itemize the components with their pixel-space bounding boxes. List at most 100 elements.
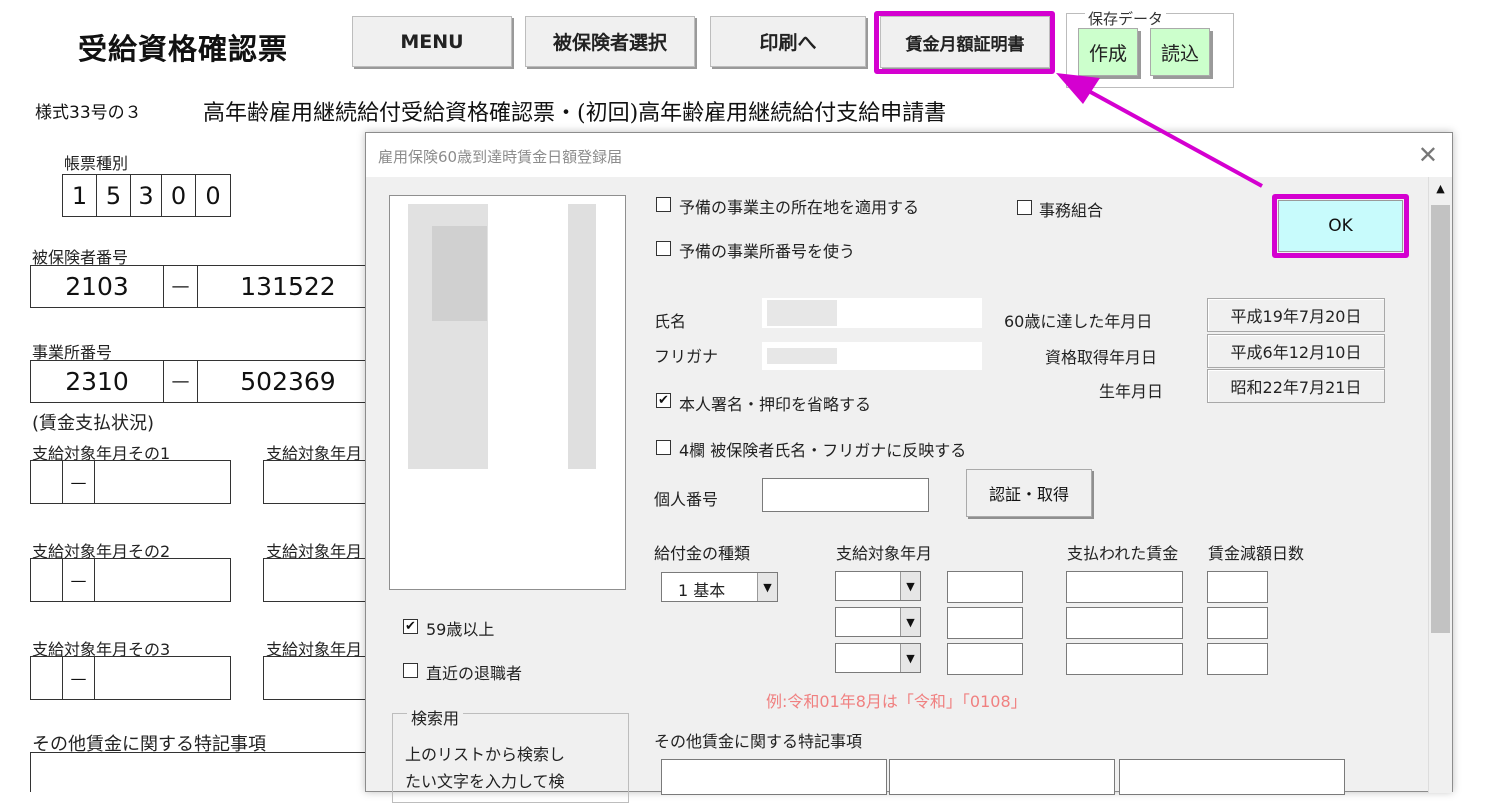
deduct-days-input-3[interactable] [1207, 643, 1268, 675]
insured-number-field: 2103 — 131522 [30, 265, 379, 308]
age60-value: 平成19年7月20日 [1207, 298, 1385, 332]
dialog-titlebar: 雇用保険60歳到達時賃金日額登録届 ✕ [366, 133, 1452, 177]
menu-button[interactable]: MENU [352, 16, 512, 67]
blurred-list-codes [568, 204, 596, 469]
period-era-select-3[interactable]: ▼ [835, 643, 921, 673]
period-input-2[interactable] [947, 607, 1023, 639]
dialog-scrollbar[interactable]: ▲ [1428, 177, 1452, 793]
chevron-down-icon[interactable]: ▼ [757, 573, 777, 601]
spare-address-label: 予備の事業主の所在地を適用する [679, 198, 920, 217]
insured-select-button[interactable]: 被保険者選択 [525, 16, 695, 67]
spare-office-label: 予備の事業所番号を使う [679, 242, 856, 261]
special-notes-box [30, 752, 370, 792]
benefit-type-value: 1 基本 [678, 581, 726, 600]
search-help-line2: たい文字を入力して検 [405, 772, 565, 791]
age60-label: 60歳に達した年月日 [1004, 312, 1153, 331]
union-checkbox[interactable] [1017, 200, 1032, 215]
period-input-3[interactable] [947, 643, 1023, 675]
save-data-legend: 保存データ [1085, 8, 1167, 29]
period2-dash: — [63, 559, 95, 601]
personal-number-input[interactable] [762, 478, 929, 512]
paid-wage-label: 支払われた賃金 [1067, 544, 1179, 563]
office-number-field: 2310 — 502369 [30, 360, 379, 403]
notes-label: その他賃金に関する特記事項 [654, 732, 863, 751]
form-type-label: 帳票種別 [64, 154, 129, 173]
period1-dash: — [63, 461, 95, 503]
office-number-dash: — [164, 361, 198, 402]
paid-wage-input-3[interactable] [1066, 643, 1183, 675]
period-era-select-1[interactable]: ▼ [835, 571, 921, 601]
search-help-line1: 上のリストから検索し [405, 745, 566, 764]
benefit-type-select[interactable]: 1 基本 ▼ [661, 572, 778, 602]
omit-seal-checkbox[interactable]: ✔ [656, 393, 671, 408]
chevron-down-icon[interactable]: ▼ [900, 644, 920, 672]
auth-fetch-button[interactable]: 認証・取得 [966, 469, 1092, 517]
search-legend: 検索用 [407, 705, 464, 729]
scroll-thumb[interactable] [1431, 205, 1450, 633]
period2-right-box [263, 558, 373, 602]
insured-number-part2: 131522 [240, 272, 336, 301]
name-label: 氏名 [654, 312, 687, 331]
form-title: 高年齢雇用継続給付受給資格確認票・(初回)高年齢雇用継続給付支給申請書 [203, 101, 947, 126]
over59-label: 59歳以上 [426, 620, 495, 639]
name-field[interactable] [762, 298, 982, 328]
chevron-down-icon[interactable]: ▼ [900, 608, 920, 636]
personal-number-label: 個人番号 [654, 490, 719, 509]
form-type-digit: 1 [63, 175, 97, 216]
form-type-digit: 0 [162, 175, 196, 216]
omit-seal-label: 本人署名・押印を省略する [679, 395, 872, 414]
insured-number-part1: 2103 [31, 266, 164, 307]
paid-wage-input-2[interactable] [1066, 607, 1183, 639]
blurred-name [767, 300, 837, 326]
form-type-digit: 0 [205, 181, 221, 210]
reflect-name-label: 4欄 被保険者氏名・フリガナに反映する [679, 441, 967, 460]
blurred-furigana [767, 348, 837, 364]
period-input-1[interactable] [947, 571, 1023, 603]
form-type-digit: 3 [131, 175, 162, 216]
acquired-label: 資格取得年月日 [1045, 348, 1158, 367]
paid-wage-input-1[interactable] [1066, 571, 1183, 603]
chevron-down-icon[interactable]: ▼ [900, 572, 920, 600]
wage-registration-dialog: 雇用保険60歳到達時賃金日額登録届 ✕ ✔ 59歳以上 直近の退職者 検索用 上… [365, 132, 1453, 803]
notes-input-1[interactable] [661, 759, 887, 795]
over59-checkbox[interactable]: ✔ [403, 619, 418, 634]
save-load-button[interactable]: 読込 [1150, 28, 1210, 76]
acquired-value: 平成6年12月10日 [1207, 334, 1385, 368]
wage-status-label: (賃金支払状況) [32, 413, 155, 434]
spare-office-checkbox[interactable] [656, 241, 671, 256]
birth-label: 生年月日 [1099, 382, 1164, 401]
form-type-digit: 5 [97, 175, 131, 216]
period3-right-box [263, 656, 373, 700]
era-hint: 例:令和01年8月は「令和」「0108」 [766, 692, 1027, 711]
notes-input-2[interactable] [889, 759, 1115, 795]
close-icon[interactable]: ✕ [1418, 141, 1438, 169]
birth-value: 昭和22年7月21日 [1207, 369, 1385, 403]
save-create-button[interactable]: 作成 [1078, 28, 1138, 76]
union-label: 事務組合 [1039, 201, 1104, 220]
spare-address-checkbox[interactable] [656, 197, 671, 212]
notes-input-3[interactable] [1119, 759, 1345, 795]
benefit-type-label: 給付金の種類 [654, 544, 751, 563]
period3-dash: — [63, 657, 95, 699]
recent-retiree-label: 直近の退職者 [426, 664, 523, 683]
reflect-name-checkbox[interactable] [656, 440, 671, 455]
employee-listbox[interactable] [389, 195, 626, 590]
sheet-title: 受給資格確認票 [78, 32, 289, 66]
ok-button[interactable]: OK [1278, 200, 1403, 252]
office-number-part2: 502369 [240, 367, 336, 396]
furigana-field[interactable] [762, 342, 982, 370]
furigana-label: フリガナ [654, 347, 719, 366]
deduct-days-input-1[interactable] [1207, 571, 1268, 603]
to-print-button[interactable]: 印刷へ [710, 16, 866, 67]
scroll-up-icon[interactable]: ▲ [1432, 182, 1449, 202]
wage-certificate-highlight [874, 11, 1055, 74]
period3-field: — [30, 656, 231, 700]
blurred-list-block [432, 226, 487, 321]
recent-retiree-checkbox[interactable] [403, 663, 418, 678]
dialog-title: 雇用保険60歳到達時賃金日額登録届 [378, 148, 623, 166]
period1-right-box [263, 460, 373, 504]
deduct-days-label: 賃金減額日数 [1208, 544, 1305, 563]
deduct-days-input-2[interactable] [1207, 607, 1268, 639]
period-era-select-2[interactable]: ▼ [835, 607, 921, 637]
period-label: 支給対象年月 [836, 544, 933, 563]
